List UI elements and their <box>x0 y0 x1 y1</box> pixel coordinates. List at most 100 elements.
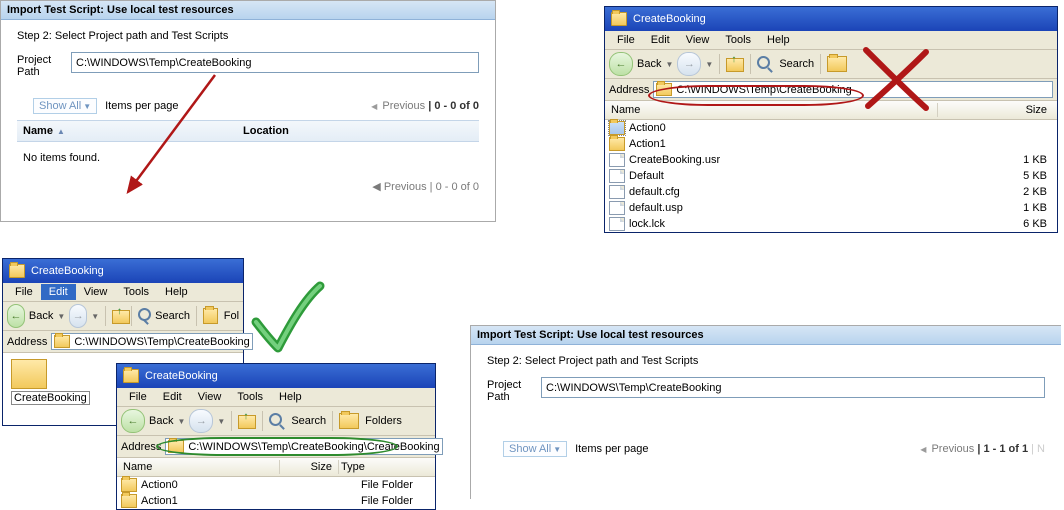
chevron-down-icon[interactable]: ▼ <box>217 417 225 426</box>
file-type: File Folder <box>361 479 431 491</box>
search-icon[interactable] <box>138 308 150 324</box>
search-icon[interactable] <box>757 56 773 72</box>
file-list[interactable]: Action0File FolderAction1File Folder <box>117 477 435 509</box>
menu-file[interactable]: File <box>7 284 41 300</box>
col-size[interactable]: Size <box>938 103 1053 117</box>
annotation-green-ring <box>156 437 398 456</box>
search-label[interactable]: Search <box>779 58 814 70</box>
chevron-down-icon[interactable]: ▼ <box>57 312 65 321</box>
address-value: C:\WINDOWS\Temp\CreateBooking <box>74 336 249 348</box>
panel-header: Import Test Script: Use local test resou… <box>1 1 495 20</box>
window-title: CreateBooking <box>145 370 218 382</box>
folder-icon <box>609 137 625 151</box>
list-item[interactable]: Action0 <box>605 120 1057 136</box>
table-header: Name▲ Location <box>17 120 479 142</box>
list-item[interactable]: Action1 <box>605 136 1057 152</box>
menu-edit[interactable]: Edit <box>155 389 190 405</box>
list-item[interactable]: Default5 KB <box>605 168 1057 184</box>
folder-icon <box>121 494 137 508</box>
pager-prev-label[interactable]: Previous <box>382 100 425 112</box>
back-button[interactable]: ← <box>121 409 145 433</box>
show-all-dropdown[interactable]: Show All▼ <box>33 98 97 114</box>
list-item[interactable]: default.cfg2 KB <box>605 184 1057 200</box>
chevron-down-icon: ▼ <box>553 445 561 454</box>
pager-prev-icon: ◀ <box>920 445 926 454</box>
folder-icon <box>611 12 627 26</box>
menu-edit[interactable]: Edit <box>41 284 76 300</box>
forward-button[interactable]: → <box>189 409 213 433</box>
list-item[interactable]: Action1File Folder <box>117 493 435 509</box>
list-item[interactable]: default.usp1 KB <box>605 200 1057 216</box>
up-folder-button[interactable]: ↑ <box>238 413 256 429</box>
file-name: default.usp <box>629 202 997 214</box>
chevron-down-icon[interactable]: ▼ <box>665 60 673 69</box>
menu-help[interactable]: Help <box>759 32 798 48</box>
list-item[interactable]: lock.lck6 KB <box>605 216 1057 232</box>
menu-tools[interactable]: Tools <box>717 32 759 48</box>
col-name[interactable]: Name <box>23 125 53 137</box>
menubar[interactable]: File Edit View Tools Help <box>3 283 243 302</box>
back-button[interactable]: ← <box>609 52 633 76</box>
folders-label[interactable]: Folders <box>365 415 402 427</box>
project-path-input[interactable] <box>541 377 1045 398</box>
file-name[interactable]: CreateBooking <box>11 391 90 405</box>
chevron-down-icon[interactable]: ▼ <box>177 417 185 426</box>
file-name: lock.lck <box>629 218 997 230</box>
col-size[interactable]: Size <box>280 460 339 474</box>
list-item[interactable]: CreateBooking.usr1 KB <box>605 152 1057 168</box>
folders-button[interactable] <box>827 56 847 72</box>
col-location[interactable]: Location <box>243 125 289 137</box>
panel-header: Import Test Script: Use local test resou… <box>471 326 1061 345</box>
menu-help[interactable]: Help <box>271 389 310 405</box>
titlebar[interactable]: CreateBooking <box>3 259 243 283</box>
menu-view[interactable]: View <box>190 389 230 405</box>
menu-tools[interactable]: Tools <box>229 389 271 405</box>
items-per-page-label: Items per page <box>575 443 648 455</box>
show-all-dropdown[interactable]: Show All▼ <box>503 441 567 457</box>
back-label: Back <box>149 415 173 427</box>
file-name: CreateBooking.usr <box>629 154 997 166</box>
forward-button[interactable]: → <box>677 52 701 76</box>
up-folder-button[interactable]: ↑ <box>726 56 744 72</box>
project-path-label: Project Path <box>17 52 71 78</box>
explorer-window-wrong: CreateBooking File Edit View Tools Help … <box>604 6 1058 233</box>
import-panel-2: Import Test Script: Use local test resou… <box>470 325 1061 499</box>
pager-prev-label[interactable]: Previous <box>931 443 974 455</box>
menu-file[interactable]: File <box>121 389 155 405</box>
menu-edit[interactable]: Edit <box>643 32 678 48</box>
folders-button[interactable] <box>339 413 359 429</box>
up-folder-button[interactable]: ↑ <box>112 308 125 324</box>
menu-tools[interactable]: Tools <box>115 284 157 300</box>
pager-bottom: ◀ Previous | 0 - 0 of 0 <box>1 176 495 199</box>
menu-view[interactable]: View <box>76 284 116 300</box>
search-label[interactable]: Search <box>155 310 190 322</box>
search-label[interactable]: Search <box>291 415 326 427</box>
folder-icon[interactable] <box>11 359 47 389</box>
pager-top: ◀ Previous | 1 - 1 of 1 | N <box>920 443 1045 455</box>
menu-file[interactable]: File <box>609 32 643 48</box>
address-field[interactable]: C:\WINDOWS\Temp\CreateBooking <box>51 333 252 350</box>
chevron-down-icon[interactable]: ▼ <box>705 60 713 69</box>
folders-button[interactable] <box>203 308 218 324</box>
file-icon <box>609 185 625 199</box>
pager-prev-label[interactable]: Previous <box>384 181 427 193</box>
titlebar[interactable]: CreateBooking <box>605 7 1057 31</box>
menu-view[interactable]: View <box>678 32 718 48</box>
search-icon[interactable] <box>269 413 285 429</box>
col-type[interactable]: Type <box>339 460 431 474</box>
menu-help[interactable]: Help <box>157 284 196 300</box>
file-icon <box>609 169 625 183</box>
forward-button[interactable]: → <box>69 304 87 328</box>
back-button[interactable]: ← <box>7 304 25 328</box>
file-icon <box>609 217 625 231</box>
col-name[interactable]: Name <box>121 460 280 474</box>
address-label: Address <box>609 84 649 96</box>
menubar[interactable]: File Edit View Tools Help <box>605 31 1057 50</box>
list-item[interactable]: Action0File Folder <box>117 477 435 493</box>
back-label: Back <box>29 310 53 322</box>
file-list[interactable]: Action0Action1CreateBooking.usr1 KBDefau… <box>605 120 1057 232</box>
chevron-down-icon[interactable]: ▼ <box>91 312 99 321</box>
titlebar[interactable]: CreateBooking <box>117 364 435 388</box>
menubar[interactable]: File Edit View Tools Help <box>117 388 435 407</box>
annotation-red-ring <box>648 85 864 106</box>
